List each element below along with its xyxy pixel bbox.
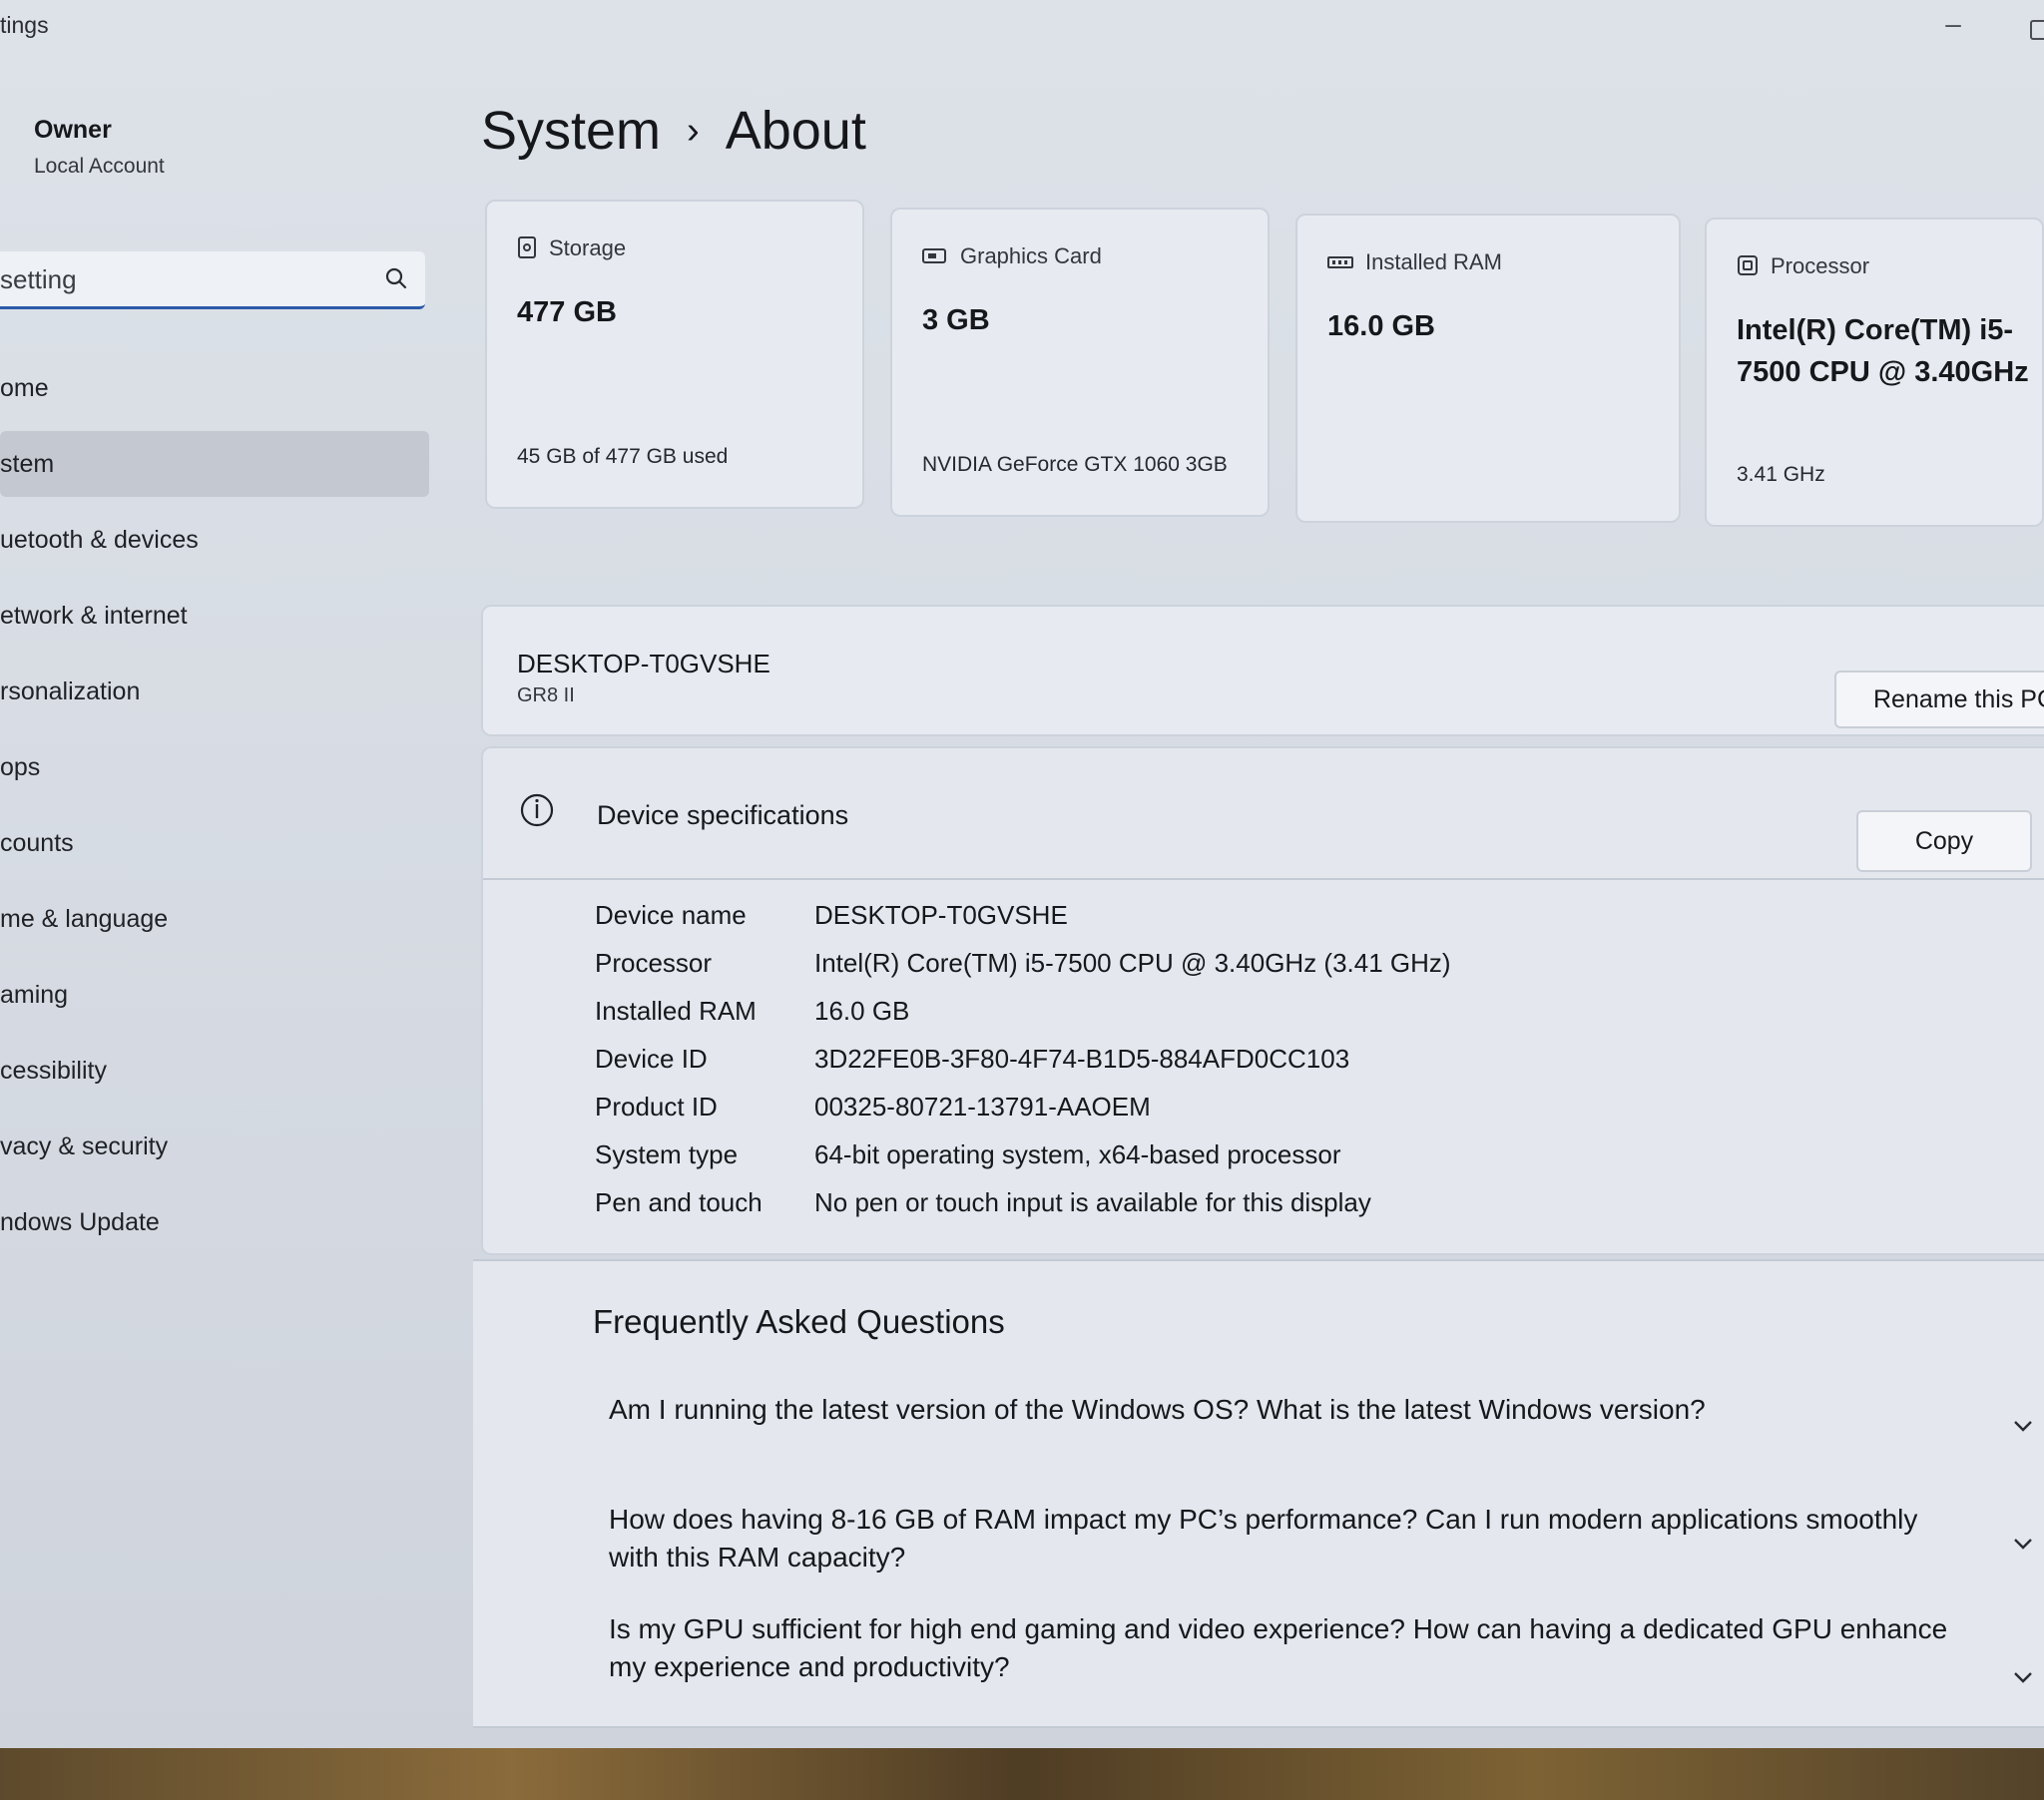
device-model: GR8 II bbox=[517, 684, 575, 706]
sidebar-item-accounts[interactable]: counts bbox=[0, 810, 429, 876]
breadcrumb-parent[interactable]: System bbox=[481, 101, 661, 161]
search-icon[interactable] bbox=[383, 265, 409, 291]
spec-key: Device ID bbox=[595, 1044, 708, 1074]
user-account[interactable]: Owner Local Account bbox=[34, 116, 165, 179]
sidebar-item-windows-update[interactable]: ndows Update bbox=[0, 1189, 429, 1255]
faq-question-2[interactable]: How does having 8-16 GB of RAM impact my… bbox=[609, 1501, 1956, 1576]
storage-card-label: Storage bbox=[549, 235, 627, 260]
installed-ram-card[interactable]: Installed RAM 16.0 GB bbox=[1295, 214, 1681, 523]
storage-card-value: 477 GB bbox=[517, 296, 617, 328]
storage-card-label-row: Storage bbox=[517, 235, 626, 261]
sidebar-nav: ome stem uetooth & devices etwork & inte… bbox=[0, 355, 429, 1265]
device-specifications-title: Device specifications bbox=[597, 800, 849, 830]
device-name-section: DESKTOP-T0GVSHE GR8 II Rename this PC bbox=[481, 605, 2044, 736]
graphics-card-label-row: Graphics Card bbox=[922, 243, 1102, 269]
faq-question-1[interactable]: Am I running the latest version of the W… bbox=[609, 1391, 1956, 1429]
spec-value: No pen or touch input is available for t… bbox=[814, 1187, 1371, 1217]
page-title: About bbox=[725, 101, 866, 161]
sidebar-item-accessibility[interactable]: cessibility bbox=[0, 1038, 429, 1104]
minimize-button[interactable]: – bbox=[1936, 10, 1970, 44]
sidebar-item-home[interactable]: ome bbox=[0, 355, 429, 421]
background-floor bbox=[0, 1748, 2044, 1800]
sidebar-item-system[interactable]: stem bbox=[0, 431, 429, 497]
sidebar-item-network-internet[interactable]: etwork & internet bbox=[0, 583, 429, 649]
title-bar: tings – bbox=[0, 0, 2044, 58]
settings-search-box[interactable]: setting bbox=[0, 251, 425, 309]
ram-card-label: Installed RAM bbox=[1365, 249, 1502, 274]
spec-key: Product ID bbox=[595, 1092, 718, 1122]
breadcrumb-separator: › bbox=[687, 110, 700, 152]
spec-key: Pen and touch bbox=[595, 1187, 763, 1217]
storage-card[interactable]: Storage 477 GB 45 GB of 477 GB used bbox=[485, 200, 864, 509]
device-name: DESKTOP-T0GVSHE bbox=[517, 649, 770, 678]
spec-key: Device name bbox=[595, 900, 747, 930]
sidebar-item-privacy-security[interactable]: vacy & security bbox=[0, 1114, 429, 1179]
processor-icon bbox=[1738, 255, 1758, 275]
spec-value: 3D22FE0B-3F80-4F74-B1D5-884AFD0CC103 bbox=[814, 1044, 1350, 1074]
chevron-down-icon[interactable] bbox=[2010, 1531, 2036, 1557]
ram-card-value: 16.0 GB bbox=[1327, 310, 1435, 342]
spec-value: 64-bit operating system, x64-based proce… bbox=[814, 1139, 1341, 1169]
chevron-down-icon[interactable] bbox=[2010, 1664, 2036, 1690]
sidebar-item-bluetooth-devices[interactable]: uetooth & devices bbox=[0, 507, 429, 573]
spec-value: 00325-80721-13791-AAOEM bbox=[814, 1092, 1151, 1122]
graphics-card-value: 3 GB bbox=[922, 304, 990, 336]
processor-card-value: Intel(R) Core(TM) i5-7500 CPU @ 3.40GHz bbox=[1737, 314, 2029, 388]
ram-card-label-row: Installed RAM bbox=[1327, 249, 1502, 275]
ram-icon bbox=[1327, 256, 1353, 268]
storage-icon bbox=[518, 236, 536, 258]
copy-button[interactable]: Copy bbox=[1856, 810, 2032, 872]
faq-title: Frequently Asked Questions bbox=[593, 1303, 1005, 1340]
processor-card[interactable]: Processor Intel(R) Core(TM) i5-7500 CPU … bbox=[1705, 218, 2044, 527]
sidebar-item-apps[interactable]: ops bbox=[0, 734, 429, 800]
search-input[interactable]: setting bbox=[0, 264, 77, 295]
info-icon bbox=[520, 793, 554, 827]
sidebar-item-time-language[interactable]: me & language bbox=[0, 886, 429, 952]
graphics-card-card[interactable]: Graphics Card 3 GB NVIDIA GeForce GTX 10… bbox=[890, 208, 1270, 517]
graphics-card-label: Graphics Card bbox=[960, 243, 1102, 268]
spec-key: Installed RAM bbox=[595, 996, 757, 1026]
spec-value: DESKTOP-T0GVSHE bbox=[814, 900, 1068, 930]
account-type: Local Account bbox=[34, 155, 165, 178]
storage-card-sub: 45 GB of 477 GB used bbox=[517, 445, 729, 468]
sidebar-item-gaming[interactable]: aming bbox=[0, 962, 429, 1028]
account-name: Owner bbox=[34, 116, 112, 144]
processor-card-sub: 3.41 GHz bbox=[1737, 463, 1825, 486]
sidebar-item-personalization[interactable]: rsonalization bbox=[0, 659, 429, 724]
faq-question-3[interactable]: Is my GPU sufficient for high end gaming… bbox=[609, 1610, 1956, 1686]
window-title: tings bbox=[0, 12, 49, 38]
faq-section: Frequently Asked Questions Am I running … bbox=[473, 1259, 2044, 1728]
device-specifications-header[interactable]: Device specifications Copy bbox=[483, 748, 2044, 880]
graphics-card-icon bbox=[922, 248, 946, 263]
chevron-down-icon[interactable] bbox=[2010, 1413, 2036, 1439]
spec-key: System type bbox=[595, 1139, 739, 1169]
spec-key: Processor bbox=[595, 948, 713, 978]
device-specifications-section: Device specifications Copy Device name DE… bbox=[481, 746, 2044, 1255]
rename-pc-button[interactable]: Rename this PC bbox=[1834, 671, 2044, 728]
breadcrumb: System › About bbox=[481, 100, 866, 162]
processor-card-label: Processor bbox=[1771, 253, 1870, 278]
settings-window: tings – Owner Local Account setting ome … bbox=[0, 0, 2044, 1748]
processor-card-label-row: Processor bbox=[1737, 253, 1869, 279]
maximize-button[interactable] bbox=[2030, 20, 2044, 40]
graphics-card-sub: NVIDIA GeForce GTX 1060 3GB bbox=[922, 453, 1228, 476]
spec-value: 16.0 GB bbox=[814, 996, 910, 1026]
spec-value: Intel(R) Core(TM) i5-7500 CPU @ 3.40GHz … bbox=[814, 948, 1451, 978]
